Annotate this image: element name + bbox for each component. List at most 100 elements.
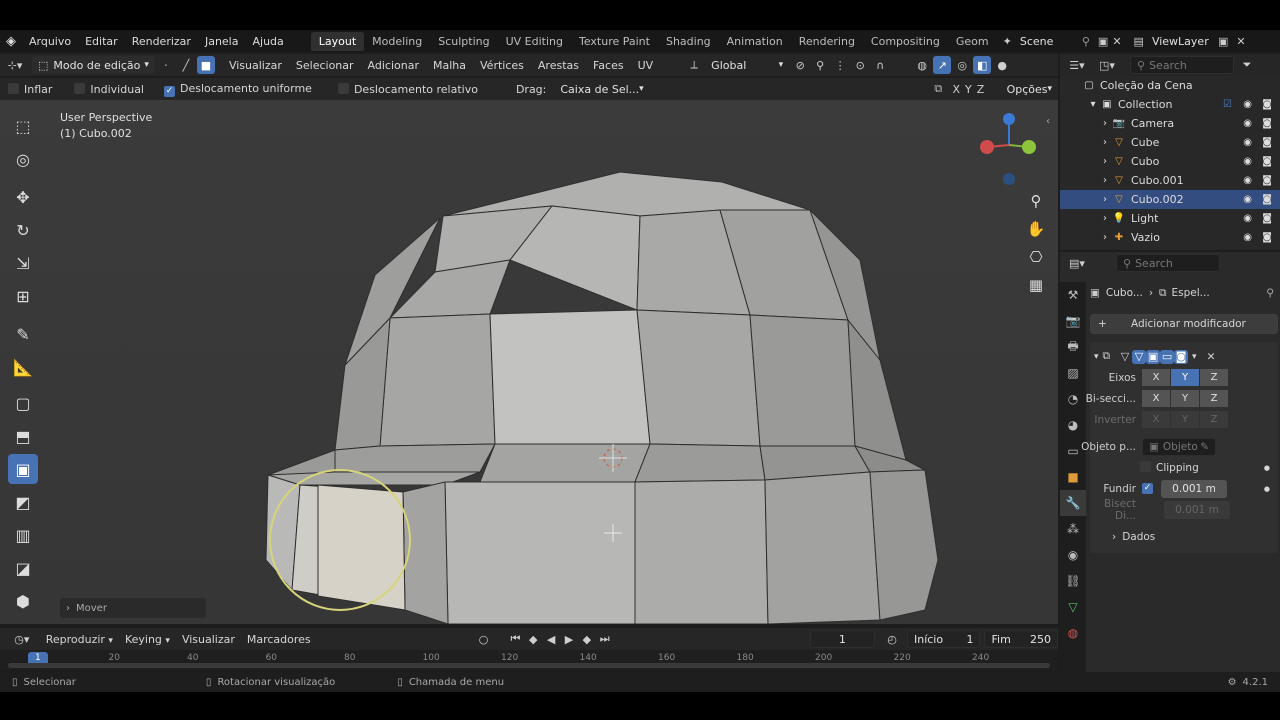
- face-select-icon[interactable]: ■: [196, 56, 215, 74]
- orientation-dropdown[interactable]: Global ▾: [705, 56, 790, 74]
- camera-render-icon[interactable]: ◙: [1262, 213, 1272, 224]
- camera-render-icon[interactable]: ◙: [1262, 118, 1272, 129]
- tab-uv-editing[interactable]: UV Editing: [498, 32, 571, 51]
- measure-tool-icon[interactable]: 📐: [8, 352, 38, 382]
- menu-marcadores[interactable]: Marcadores: [241, 633, 317, 646]
- play-icon[interactable]: ▶: [560, 630, 578, 648]
- axis-z-toggle[interactable]: Z: [974, 80, 986, 98]
- menu-malha[interactable]: Malha: [427, 59, 472, 72]
- on-cage-icon[interactable]: ▽: [1132, 349, 1147, 364]
- viewlayer-icon[interactable]: ▤: [1134, 35, 1144, 48]
- new-viewlayer-icon[interactable]: ▣: [1218, 35, 1228, 48]
- eye-icon[interactable]: ◉: [1243, 99, 1252, 110]
- outliner-row-cubo-001[interactable]: › ▽ Cubo.001 ◉ ◙: [1060, 171, 1280, 190]
- tab-sculpting[interactable]: Sculpting: [430, 32, 497, 51]
- chevron-left-icon[interactable]: ‹: [1046, 116, 1050, 127]
- eye-icon[interactable]: ◉: [1243, 137, 1252, 148]
- inset-tool-icon[interactable]: ▣: [8, 454, 38, 484]
- data-subpanel[interactable]: › Dados: [1094, 526, 1274, 547]
- chevron-right-icon[interactable]: ›: [1098, 156, 1112, 167]
- outliner-row-camera[interactable]: › 📷 Camera ◉ ◙: [1060, 114, 1280, 133]
- bisect-distance-field[interactable]: 0.001 m: [1164, 500, 1230, 519]
- mirror-object-field[interactable]: ▣ Objeto ✎: [1142, 437, 1216, 456]
- zoom-icon[interactable]: ⚲: [1025, 190, 1047, 212]
- scale-tool-icon[interactable]: ⇲: [8, 248, 38, 278]
- transform-orientation-icon[interactable]: ⟂: [685, 56, 703, 74]
- eye-icon[interactable]: ◉: [1243, 194, 1252, 205]
- menu-vertices[interactable]: Vértices: [474, 59, 530, 72]
- blender-icon[interactable]: ◈: [0, 34, 22, 49]
- properties-editor-icon[interactable]: ▤▾: [1068, 254, 1086, 272]
- menu-faces[interactable]: Faces: [587, 59, 630, 72]
- uniform-offset-toggle[interactable]: ✓ Deslocamento uniforme: [164, 82, 312, 97]
- menu-uv[interactable]: UV: [632, 59, 660, 72]
- new-scene-icon[interactable]: ▣: [1098, 35, 1108, 48]
- chevron-right-icon[interactable]: ›: [1098, 175, 1112, 186]
- relative-offset-toggle[interactable]: Deslocamento relativo: [337, 82, 478, 96]
- menu-janela[interactable]: Janela: [198, 35, 246, 48]
- bevel-tool-icon[interactable]: ◩: [8, 487, 38, 517]
- timeline-scrollbar[interactable]: [8, 663, 1050, 668]
- axis-y-toggle[interactable]: Y: [962, 80, 974, 98]
- render-toggle-icon[interactable]: ◙: [1174, 349, 1189, 364]
- camera-view-icon[interactable]: ⎔: [1025, 246, 1047, 268]
- last-operator-panel[interactable]: › Mover: [60, 598, 206, 618]
- output-tab-icon[interactable]: 🖶: [1060, 334, 1086, 360]
- menu-keying[interactable]: Keying ▾: [119, 633, 176, 646]
- menu-arquivo[interactable]: Arquivo: [22, 35, 78, 48]
- menu-selecionar[interactable]: Selecionar: [290, 59, 360, 72]
- jump-end-icon[interactable]: ⏭: [596, 630, 614, 648]
- filter-icon[interactable]: ⏷: [1238, 56, 1256, 74]
- chevron-down-icon[interactable]: ▾: [1094, 352, 1099, 362]
- visibility-icon[interactable]: ◍: [913, 56, 931, 74]
- physics-tab-icon[interactable]: ◉: [1060, 542, 1086, 568]
- invert-y-button[interactable]: Y: [1171, 411, 1199, 428]
- edit-mode-toggle-icon[interactable]: ▣: [1146, 349, 1161, 364]
- prev-keyframe-icon[interactable]: ◆: [524, 630, 542, 648]
- material-tab-icon[interactable]: ◍: [1060, 620, 1086, 646]
- eye-icon[interactable]: ◉: [1243, 118, 1252, 129]
- snap-icon[interactable]: ⚲: [811, 56, 829, 74]
- camera-render-icon[interactable]: ◙: [1262, 232, 1272, 243]
- camera-render-icon[interactable]: ◙: [1262, 137, 1272, 148]
- proportional-edit-icon[interactable]: ⊙: [851, 56, 869, 74]
- outliner-editor-icon[interactable]: ☰▾: [1068, 56, 1086, 74]
- gizmo-icon[interactable]: ↗: [933, 56, 952, 74]
- eyedropper-icon[interactable]: ✎: [1200, 441, 1209, 453]
- xray-icon[interactable]: ◧: [973, 56, 992, 74]
- bisect-y-button[interactable]: Y: [1171, 390, 1199, 407]
- tab-modeling[interactable]: Modeling: [364, 32, 430, 51]
- outliner-row-cubo[interactable]: › ▽ Cubo ◉ ◙: [1060, 152, 1280, 171]
- falloff-icon[interactable]: ∩: [871, 56, 889, 74]
- outliner-row-vazio[interactable]: › ✚ Vazio ◉ ◙: [1060, 228, 1280, 247]
- menu-arestas[interactable]: Arestas: [532, 59, 585, 72]
- chevron-right-icon[interactable]: ›: [1098, 194, 1112, 205]
- collection-row[interactable]: ▾ ▣ Collection ☑ ◉ ◙: [1060, 95, 1280, 114]
- extrude-tool-icon[interactable]: ⬒: [8, 421, 38, 451]
- viewlayer-name[interactable]: ViewLayer: [1152, 35, 1218, 48]
- current-frame-field[interactable]: 1: [809, 630, 876, 648]
- overlay-icon[interactable]: ◎: [953, 56, 971, 74]
- invert-x-button[interactable]: X: [1142, 411, 1170, 428]
- editor-type-icon[interactable]: ⊹▾: [0, 56, 30, 74]
- merge-distance-field[interactable]: 0.001 m: [1161, 479, 1227, 498]
- mode-selector[interactable]: ⬚ Modo de edição ▾: [32, 56, 155, 74]
- camera-render-icon[interactable]: ◙: [1262, 156, 1272, 167]
- transform-tool-icon[interactable]: ⊞: [8, 281, 38, 311]
- 3d-viewport[interactable]: ⬚ ◎ ✥ ↻ ⇲ ⊞ ✎ 📐 ▢ ⬒ ▣ ◩ ▥ ◪ ⬢ User Persp…: [0, 100, 1058, 624]
- axis-x-button[interactable]: X: [1142, 369, 1170, 386]
- remove-scene-icon[interactable]: ✕: [1112, 35, 1121, 48]
- loop-cut-tool-icon[interactable]: ▥: [8, 520, 38, 550]
- bisect-x-button[interactable]: X: [1142, 390, 1170, 407]
- tab-animation[interactable]: Animation: [719, 32, 791, 51]
- move-tool-icon[interactable]: ✥: [8, 182, 38, 212]
- tab-rendering[interactable]: Rendering: [791, 32, 863, 51]
- merge-checkbox[interactable]: ✓: [1142, 483, 1153, 494]
- select-box-tool-icon[interactable]: ⬚: [8, 111, 38, 141]
- cursor-tool-icon[interactable]: ◎: [8, 144, 38, 174]
- remove-viewlayer-icon[interactable]: ✕: [1236, 35, 1245, 48]
- drag-dropdown[interactable]: Caixa de Sel... ▾: [554, 80, 644, 98]
- view-layer-tab-icon[interactable]: ▨: [1060, 360, 1086, 386]
- particles-tab-icon[interactable]: ⁂: [1060, 516, 1086, 542]
- world-tab-icon[interactable]: ◕: [1060, 412, 1086, 438]
